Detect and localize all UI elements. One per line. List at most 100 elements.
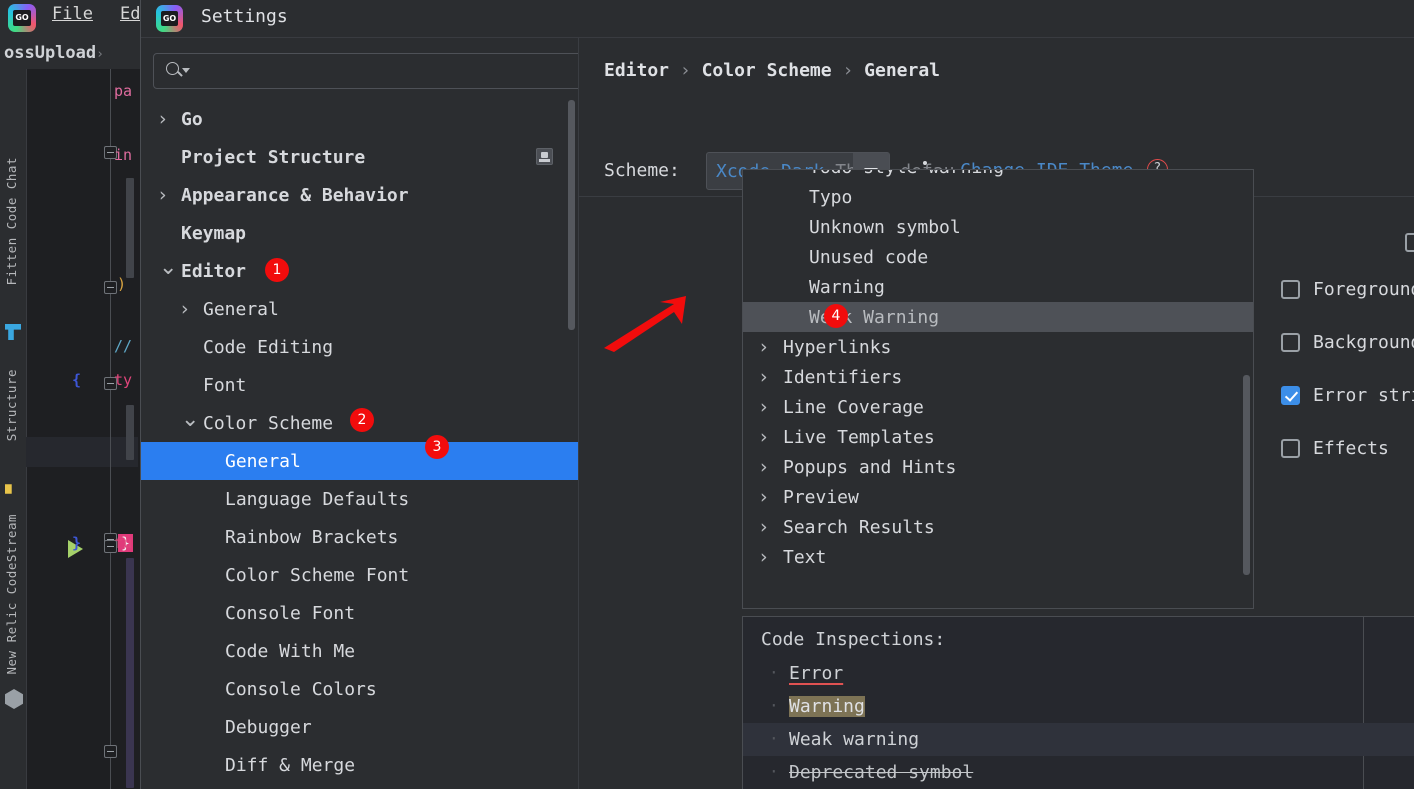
- effects-checkbox[interactable]: [1281, 439, 1300, 458]
- foreground-checkbox-row[interactable]: Foreground: [1281, 279, 1414, 300]
- chevron-right-icon[interactable]: ›: [181, 298, 189, 320]
- background-checkbox[interactable]: [1281, 333, 1300, 352]
- chevron-right-icon[interactable]: ›: [760, 456, 768, 478]
- color-list-item-label: Identifiers: [783, 366, 903, 388]
- sidebar-item-label: Code Editing: [203, 336, 334, 358]
- editor-current-line-highlight: [26, 437, 138, 467]
- chevron-down-icon[interactable]: ⌄: [181, 407, 199, 432]
- sidebar-item-appearance-behavior[interactable]: › Appearance & Behavior: [141, 176, 578, 214]
- settings-search-input[interactable]: [153, 53, 593, 89]
- fold-icon-2[interactable]: [104, 281, 117, 294]
- error-stripe-mark-checkbox-row[interactable]: Error stripe mark: [1281, 385, 1414, 406]
- breadcrumb-general[interactable]: General: [864, 60, 940, 81]
- color-list-item-popups-and-hints[interactable]: › Popups and Hints: [743, 452, 1253, 482]
- sidebar-item-code-with-me[interactable]: Code With Me: [141, 632, 578, 670]
- chevron-right-icon[interactable]: ›: [760, 396, 768, 418]
- sidebar-item-general[interactable]: › General: [141, 290, 578, 328]
- breadcrumb-separator-icon: ›: [842, 60, 854, 81]
- breadcrumb-editor[interactable]: Editor: [604, 60, 669, 81]
- chevron-right-icon[interactable]: ›: [760, 426, 768, 448]
- code-token-1: in: [114, 146, 133, 164]
- annotation-badge-3: 3: [425, 435, 449, 459]
- sidebar-item-label: Diff & Merge: [225, 754, 356, 776]
- sidebar-item-keymap[interactable]: Keymap: [141, 214, 578, 252]
- color-list-item-identifiers[interactable]: › Identifiers: [743, 362, 1253, 392]
- breadcrumb-color-scheme[interactable]: Color Scheme: [702, 60, 832, 81]
- chevron-right-icon[interactable]: ›: [760, 336, 768, 358]
- breadcrumb-separator-icon: ›: [679, 60, 691, 81]
- settings-breadcrumb: Editor › Color Scheme › General: [604, 60, 940, 81]
- color-list-item-warning[interactable]: Warning: [743, 272, 1253, 302]
- effects-checkbox-row[interactable]: Effects: [1281, 438, 1389, 459]
- chevron-right-icon[interactable]: ›: [159, 108, 167, 130]
- color-settings-list[interactable]: Todo style warning Typo Unknown symbol Unus…: [742, 169, 1254, 609]
- color-list-item-todo-style-warning[interactable]: Todo style warning: [743, 170, 1253, 182]
- color-list-item-label: Unused code: [809, 246, 929, 268]
- color-list-item-hyperlinks[interactable]: › Hyperlinks: [743, 332, 1253, 362]
- color-list-item-preview[interactable]: › Preview: [743, 482, 1253, 512]
- sidebar-item-label: Console Colors: [225, 678, 377, 700]
- color-list-item-unknown-symbol[interactable]: Unknown symbol: [743, 212, 1253, 242]
- code-token-5: ty: [114, 371, 133, 389]
- color-list-item-live-templates[interactable]: › Live Templates: [743, 422, 1253, 452]
- sidebar-item-font[interactable]: Font: [141, 366, 578, 404]
- sidebar-item-general[interactable]: General: [141, 442, 578, 480]
- color-list-item-label: Preview: [783, 486, 859, 508]
- preview-line: Error: [789, 663, 844, 684]
- color-list-item-unused-code[interactable]: Unused code: [743, 242, 1253, 272]
- chevron-right-icon[interactable]: ›: [760, 366, 768, 388]
- chevron-right-icon[interactable]: ›: [760, 546, 768, 568]
- code-token-8: fu: [114, 534, 133, 552]
- color-list-item-search-results[interactable]: › Search Results: [743, 512, 1253, 542]
- sidebar-item-label: Go: [181, 108, 203, 130]
- color-scheme-preview[interactable]: Code Inspections: · · Error · · Warning · · We…: [742, 616, 1414, 789]
- color-list-item-weak-warning[interactable]: Weak Warning: [743, 302, 1253, 332]
- settings-category-tree[interactable]: › Go Project Structure › Appearance & Behavi…: [141, 100, 578, 789]
- tool-window-new-relic-codestream[interactable]: New Relic CodeStream: [4, 514, 19, 675]
- sidebar-item-diff-merge[interactable]: Diff & Merge: [141, 746, 578, 784]
- chevron-right-icon[interactable]: ›: [760, 486, 768, 508]
- sidebar-item-color-scheme-font[interactable]: Color Scheme Font: [141, 556, 578, 594]
- sidebar-item-label: Rainbow Brackets: [225, 526, 399, 548]
- sidebar-item-debugger[interactable]: Debugger: [141, 708, 578, 746]
- sidebar-item-rainbow-brackets[interactable]: Rainbow Brackets: [141, 518, 578, 556]
- sidebar-item-console-colors[interactable]: Console Colors: [141, 670, 578, 708]
- color-list-item-label: Typo: [809, 186, 853, 208]
- chevron-down-icon: [182, 68, 190, 73]
- color-list-item-label: Line Coverage: [783, 396, 924, 418]
- ide-project-name: ossUpload: [4, 43, 97, 63]
- sidebar-item-console-font[interactable]: Console Font: [141, 594, 578, 632]
- chevron-down-icon[interactable]: ⌄: [159, 255, 177, 280]
- color-list-item-label: Text: [783, 546, 827, 568]
- tool-window-structure[interactable]: Structure: [4, 369, 19, 441]
- project-structure-icon[interactable]: [536, 148, 553, 165]
- color-list-item-label: Live Templates: [783, 426, 935, 448]
- chevron-right-icon[interactable]: ›: [760, 516, 768, 538]
- sidebar-item-language-defaults[interactable]: Language Defaults: [141, 480, 578, 518]
- sidebar-item-editor[interactable]: ⌄ Editor: [141, 252, 578, 290]
- color-list-item-line-coverage[interactable]: › Line Coverage: [743, 392, 1253, 422]
- sidebar-item-label: Color Scheme Font: [225, 564, 410, 586]
- sidebar-item-project-structure[interactable]: Project Structure: [141, 138, 578, 176]
- editor-indent-block-1: [126, 178, 134, 278]
- color-list-item-typo[interactable]: Typo: [743, 182, 1253, 212]
- error-stripe-mark-checkbox[interactable]: [1281, 386, 1300, 405]
- settings-dialog: Settings › Go Project Structure › Appearance…: [140, 0, 1414, 789]
- sidebar-item-code-editing[interactable]: Code Editing: [141, 328, 578, 366]
- menu-file[interactable]: File: [52, 4, 93, 24]
- chevron-right-icon[interactable]: ›: [159, 184, 167, 206]
- menu-edit[interactable]: Ed: [120, 4, 140, 24]
- background-checkbox-row[interactable]: Background: [1281, 332, 1414, 353]
- bold-checkbox-row[interactable]: Bold: [1405, 232, 1414, 253]
- sidebar-item-go[interactable]: › Go: [141, 100, 578, 138]
- tool-window-fitten-code-chat[interactable]: Fitten Code Chat: [4, 157, 19, 285]
- tree-scrollbar[interactable]: [568, 100, 575, 330]
- foreground-checkbox[interactable]: [1281, 280, 1300, 299]
- search-icon: [166, 62, 179, 75]
- preview-divider-1: [1363, 617, 1364, 789]
- bold-checkbox[interactable]: [1405, 233, 1414, 252]
- settings-title-bar: Settings: [141, 0, 1414, 38]
- color-list-item-text[interactable]: › Text: [743, 542, 1253, 572]
- ide-project-breadcrumb[interactable]: ossUpload›: [0, 38, 108, 68]
- fold-icon-6[interactable]: [104, 745, 117, 758]
